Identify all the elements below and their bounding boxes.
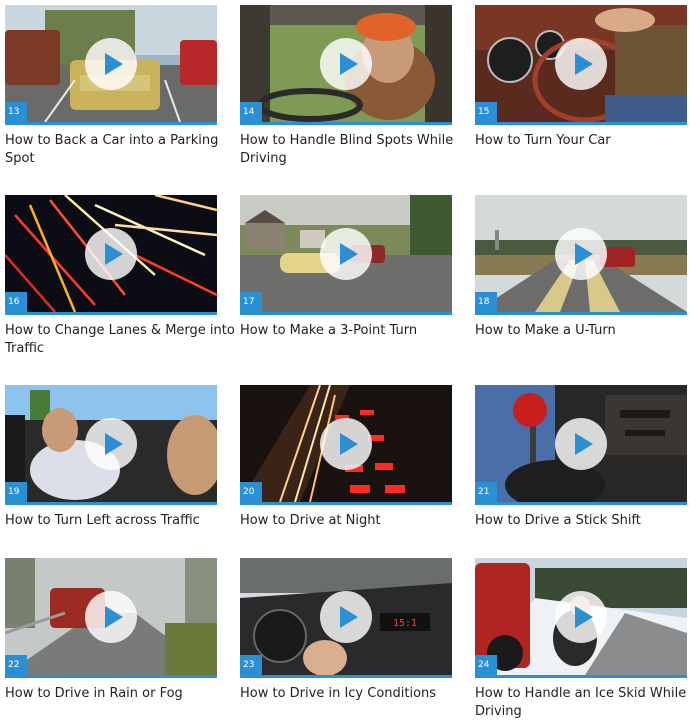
video-number-badge: 16 (5, 292, 27, 312)
video-title[interactable]: How to Handle an Ice Skid While Driving (475, 685, 690, 721)
video-number-badge: 20 (240, 482, 262, 502)
play-icon (105, 432, 123, 455)
video-title[interactable]: How to Make a 3-Point Turn (240, 322, 472, 340)
play-button[interactable] (555, 590, 607, 643)
video-title[interactable]: How to Turn Your Car (475, 132, 690, 150)
play-icon (105, 242, 123, 265)
video-number-badge: 21 (475, 482, 497, 502)
video-number-badge: 19 (5, 482, 27, 502)
svg-text:15:1: 15:1 (393, 618, 417, 629)
video-card-22[interactable]: 22 How to Drive in Rain or Fog (5, 558, 217, 703)
play-icon (340, 242, 358, 265)
video-thumbnail[interactable]: 15:1 23 (240, 558, 452, 678)
video-title[interactable]: How to Back a Car into a Parking Spot (5, 132, 237, 168)
video-card-15[interactable]: 15 How to Turn Your Car (475, 5, 687, 150)
video-card-16[interactable]: 16 How to Change Lanes & Merge into Traf… (5, 195, 235, 358)
video-title[interactable]: How to Turn Left across Traffic (5, 512, 237, 530)
play-button[interactable] (555, 227, 607, 280)
video-title[interactable]: How to Drive in Rain or Fog (5, 685, 237, 703)
video-card-14[interactable]: 14 How to Handle Blind Spots While Drivi… (240, 5, 453, 168)
play-icon (575, 605, 593, 628)
play-icon (575, 432, 593, 455)
video-thumbnail[interactable]: 16 (5, 195, 217, 315)
play-button[interactable] (85, 417, 137, 470)
video-title[interactable]: How to Drive at Night (240, 512, 472, 530)
play-button[interactable] (85, 37, 137, 90)
play-button[interactable] (555, 417, 607, 470)
video-number-badge: 23 (240, 655, 262, 675)
video-number-badge: 22 (5, 655, 27, 675)
video-number-badge: 15 (475, 102, 497, 122)
play-icon (105, 605, 123, 628)
video-thumbnail[interactable]: 18 (475, 195, 687, 315)
video-card-18[interactable]: 18 How to Make a U-Turn (475, 195, 687, 340)
video-title[interactable]: How to Handle Blind Spots While Driving (240, 132, 472, 168)
video-number-badge: 14 (240, 102, 262, 122)
video-card-17[interactable]: 17 How to Make a 3-Point Turn (240, 195, 452, 340)
video-thumbnail[interactable]: 15 (475, 5, 687, 125)
video-thumbnail[interactable]: 19 (5, 385, 217, 505)
video-thumbnail[interactable]: 17 (240, 195, 452, 315)
video-number-badge: 17 (240, 292, 262, 312)
video-card-21[interactable]: 21 How to Drive a Stick Shift (475, 385, 687, 530)
play-button[interactable] (320, 227, 372, 280)
play-icon (340, 432, 358, 455)
video-title[interactable]: How to Make a U-Turn (475, 322, 690, 340)
video-card-13[interactable]: 13 How to Back a Car into a Parking Spot (5, 5, 218, 168)
play-button[interactable] (555, 37, 607, 90)
video-thumbnail[interactable]: 24 (475, 558, 687, 678)
video-card-23[interactable]: 15:1 23 How to Drive in Icy Conditions (240, 558, 452, 703)
video-title[interactable]: How to Change Lanes & Merge into Traffic (5, 322, 237, 358)
video-thumbnail[interactable]: 20 (240, 385, 452, 505)
video-thumbnail[interactable]: 22 (5, 558, 217, 678)
play-button[interactable] (320, 37, 372, 90)
video-title[interactable]: How to Drive a Stick Shift (475, 512, 690, 530)
video-thumbnail[interactable]: 13 (5, 5, 217, 125)
play-icon (575, 242, 593, 265)
video-title[interactable]: How to Drive in Icy Conditions (240, 685, 472, 703)
video-thumbnail[interactable]: 21 (475, 385, 687, 505)
video-number-badge: 13 (5, 102, 27, 122)
video-number-badge: 18 (475, 292, 497, 312)
play-icon (105, 52, 123, 75)
play-button[interactable] (85, 227, 137, 280)
video-grid: 13 How to Back a Car into a Parking Spot… (0, 0, 690, 720)
play-button[interactable] (85, 590, 137, 643)
video-card-24[interactable]: 24 How to Handle an Ice Skid While Drivi… (475, 558, 687, 721)
play-icon (340, 605, 358, 628)
video-number-badge: 24 (475, 655, 497, 675)
play-button[interactable] (320, 590, 372, 643)
play-button[interactable] (320, 417, 372, 470)
play-icon (340, 52, 358, 75)
play-icon (575, 52, 593, 75)
video-card-19[interactable]: 19 How to Turn Left across Traffic (5, 385, 217, 530)
video-card-20[interactable]: 20 How to Drive at Night (240, 385, 452, 530)
video-thumbnail[interactable]: 14 (240, 5, 452, 125)
